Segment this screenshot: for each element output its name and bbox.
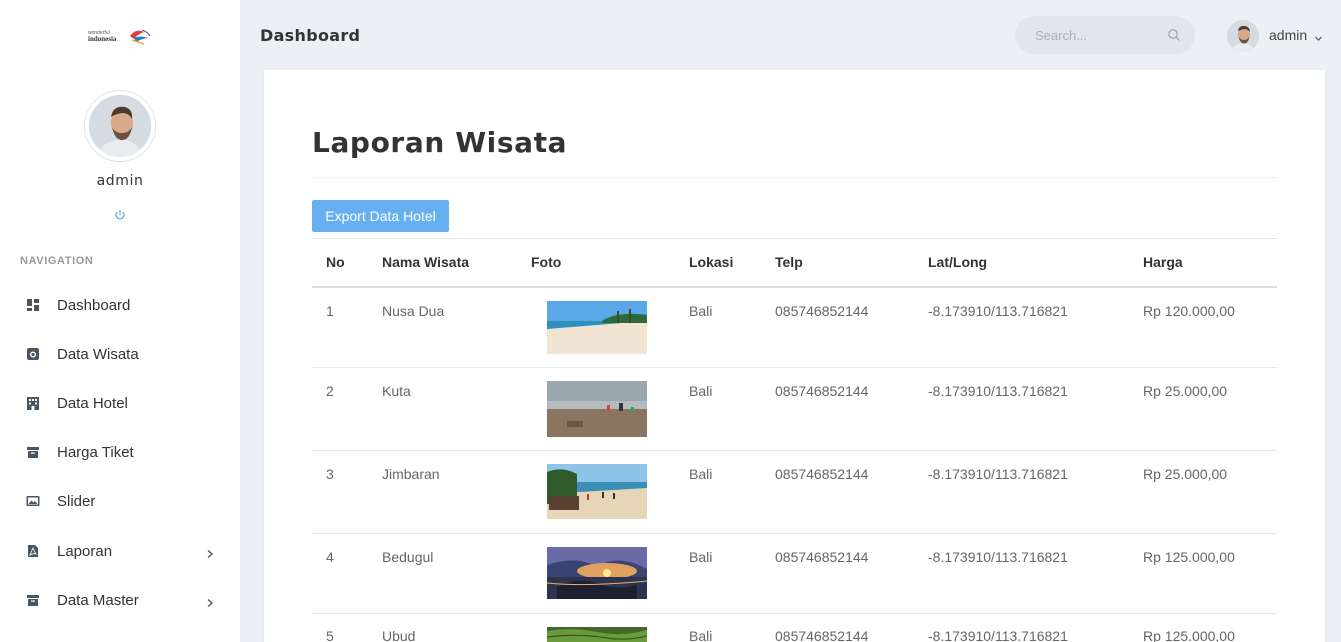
cell-harga: Rp 25.000,00 — [1143, 383, 1228, 399]
sidebar-item-data-hotel[interactable]: Data Hotel — [0, 383, 240, 423]
cell-telp: 085746852144 — [775, 383, 869, 399]
cell-harga: Rp 25.000,00 — [1143, 466, 1228, 482]
sidebar-item-harga-tiket[interactable]: Harga Tiket — [0, 432, 240, 472]
user-avatar[interactable] — [1227, 20, 1259, 52]
archive-icon — [25, 444, 41, 460]
cell-latlong: -8.173910/113.716821 — [928, 303, 1068, 319]
pdf-file-icon — [25, 543, 41, 559]
photo-thumbnail[interactable] — [547, 381, 647, 437]
cell-telp: 085746852144 — [775, 549, 869, 565]
chevron-down-icon[interactable] — [1314, 30, 1323, 41]
sidebar-item-label: Slider — [57, 492, 96, 510]
archive-icon — [25, 592, 41, 608]
camera-icon — [25, 346, 41, 362]
building-icon — [25, 395, 41, 411]
sidebar-item-data-wisata[interactable]: Data Wisata — [0, 334, 240, 374]
chevron-right-icon — [205, 546, 215, 559]
export-data-hotel-button[interactable]: Export Data Hotel — [312, 200, 449, 232]
cell-no: 3 — [326, 466, 334, 482]
svg-text:indonesia: indonesia — [88, 35, 117, 43]
divider — [312, 533, 1277, 534]
divider — [312, 286, 1277, 288]
column-header-lat-long: Lat/Long — [928, 254, 988, 270]
column-header-telp: Telp — [775, 254, 803, 270]
cell-nama: Jimbaran — [382, 466, 440, 482]
search-icon[interactable] — [1167, 28, 1181, 42]
column-header-harga: Harga — [1143, 254, 1183, 270]
cell-no: 5 — [326, 628, 334, 642]
chevron-right-icon — [205, 595, 215, 608]
navigation-heading: NAVIGATION — [20, 255, 94, 267]
sidebar-item-label: Laporan — [57, 542, 113, 560]
cell-lokasi: Bali — [689, 466, 713, 482]
sidebar-item-slider[interactable]: Slider — [0, 481, 240, 521]
page-title: Laporan Wisata — [312, 126, 568, 159]
cell-harga: Rp 125.000,00 — [1143, 628, 1235, 642]
column-header-nama-wisata: Nama Wisata — [382, 254, 470, 270]
cell-lokasi: Bali — [689, 383, 713, 399]
divider — [312, 450, 1277, 451]
cell-no: 2 — [326, 383, 334, 399]
sidebar-item-label: Harga Tiket — [57, 443, 134, 461]
photo-thumbnail[interactable] — [547, 627, 647, 642]
cell-nama: Nusa Dua — [382, 303, 445, 319]
cell-latlong: -8.173910/113.716821 — [928, 628, 1068, 642]
power-icon[interactable] — [113, 209, 127, 223]
cell-no: 4 — [326, 549, 334, 565]
divider — [312, 367, 1277, 368]
cell-telp: 085746852144 — [775, 303, 869, 319]
search-box — [1015, 16, 1195, 54]
cell-latlong: -8.173910/113.716821 — [928, 383, 1068, 399]
cell-no: 1 — [326, 303, 334, 319]
wonderful-indonesia-logo[interactable]: wonderful indonesia — [86, 26, 152, 46]
photo-thumbnail[interactable] — [547, 547, 647, 599]
column-header-lokasi: Lokasi — [689, 254, 734, 270]
column-header-no: No — [326, 254, 345, 270]
photo-thumbnail[interactable] — [547, 464, 647, 519]
sidebar-item-label: Data Wisata — [57, 345, 139, 363]
divider — [312, 177, 1277, 178]
cell-latlong: -8.173910/113.716821 — [928, 549, 1068, 565]
dashboard-icon — [25, 297, 41, 313]
cell-telp: 085746852144 — [775, 628, 869, 642]
cell-nama: Bedugul — [382, 549, 434, 565]
user-menu-name[interactable]: admin — [1269, 27, 1307, 43]
cell-nama: Kuta — [382, 383, 411, 399]
sidebar-item-label: Data Hotel — [57, 394, 128, 412]
sidebar-item-dashboard[interactable]: Dashboard — [0, 285, 240, 325]
image-icon — [25, 493, 41, 509]
column-header-foto: Foto — [531, 254, 562, 270]
sidebar-item-laporan[interactable]: Laporan — [0, 531, 240, 571]
divider — [312, 238, 1277, 239]
cell-lokasi: Bali — [689, 549, 713, 565]
cell-latlong: -8.173910/113.716821 — [928, 466, 1068, 482]
cell-lokasi: Bali — [689, 628, 713, 642]
cell-harga: Rp 120.000,00 — [1143, 303, 1235, 319]
search-input[interactable] — [1015, 16, 1165, 54]
topbar-title: Dashboard — [260, 26, 361, 45]
divider — [312, 613, 1277, 614]
cell-telp: 085746852144 — [775, 466, 869, 482]
profile-avatar[interactable] — [84, 90, 156, 162]
photo-thumbnail[interactable] — [547, 301, 647, 354]
sidebar-item-label: Data Master — [57, 591, 139, 609]
cell-nama: Ubud — [382, 628, 416, 642]
sidebar-username: admin — [96, 173, 144, 189]
cell-harga: Rp 125.000,00 — [1143, 549, 1235, 565]
sidebar: wonderful indonesia admin NAVIGATION Das… — [0, 0, 240, 642]
cell-lokasi: Bali — [689, 303, 713, 319]
sidebar-item-data-master[interactable]: Data Master — [0, 580, 240, 620]
sidebar-item-label: Dashboard — [57, 296, 131, 314]
